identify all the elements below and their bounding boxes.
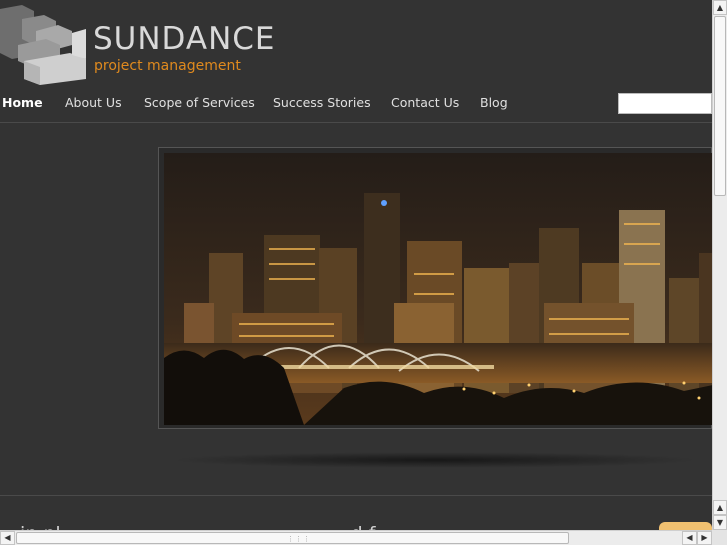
- arrow-up-icon[interactable]: ▲: [713, 500, 727, 515]
- vertical-scrollbar[interactable]: ▲ ▲ ▼: [712, 0, 727, 530]
- brand-tagline: project management: [94, 58, 241, 74]
- arrow-right-icon[interactable]: ▶: [697, 531, 712, 545]
- main-nav: Home About Us Scope of Services Success …: [0, 92, 712, 116]
- nav-item-blog[interactable]: Blog: [480, 95, 508, 110]
- nav-item-success-stories[interactable]: Success Stories: [273, 95, 371, 110]
- nav-item-scope-of-services[interactable]: Scope of Services: [144, 95, 255, 110]
- arrow-left-icon[interactable]: ◀: [0, 531, 15, 545]
- stacked-blocks-logo-icon[interactable]: [0, 5, 90, 85]
- brand-name: SUNDANCE: [93, 21, 276, 57]
- nav-item-contact-us[interactable]: Contact Us: [391, 95, 459, 110]
- arrow-down-icon[interactable]: ▼: [713, 515, 727, 530]
- horizontal-scrollbar[interactable]: ◀ ⋮⋮⋮ ◀ ▶: [0, 530, 712, 545]
- slider-shadow: [170, 452, 700, 468]
- nav-item-about-us[interactable]: About Us: [65, 95, 122, 110]
- search-input[interactable]: [618, 93, 712, 114]
- arrow-up-icon[interactable]: ▲: [713, 0, 727, 15]
- nav-divider: [0, 122, 712, 123]
- horizontal-scroll-thumb[interactable]: ⋮⋮⋮: [16, 532, 569, 544]
- grip-icon: ⋮⋮⋮: [287, 535, 311, 543]
- scrollbar-corner: [712, 530, 727, 545]
- site-header: SUNDANCE project management: [0, 0, 712, 90]
- content-divider: [0, 495, 712, 496]
- hero-slider[interactable]: [158, 147, 713, 429]
- nav-item-home[interactable]: Home: [2, 95, 43, 110]
- arrow-left-icon[interactable]: ◀: [682, 531, 697, 545]
- vertical-scroll-thumb[interactable]: [714, 16, 726, 196]
- city-skyline-night-photo: [164, 153, 713, 425]
